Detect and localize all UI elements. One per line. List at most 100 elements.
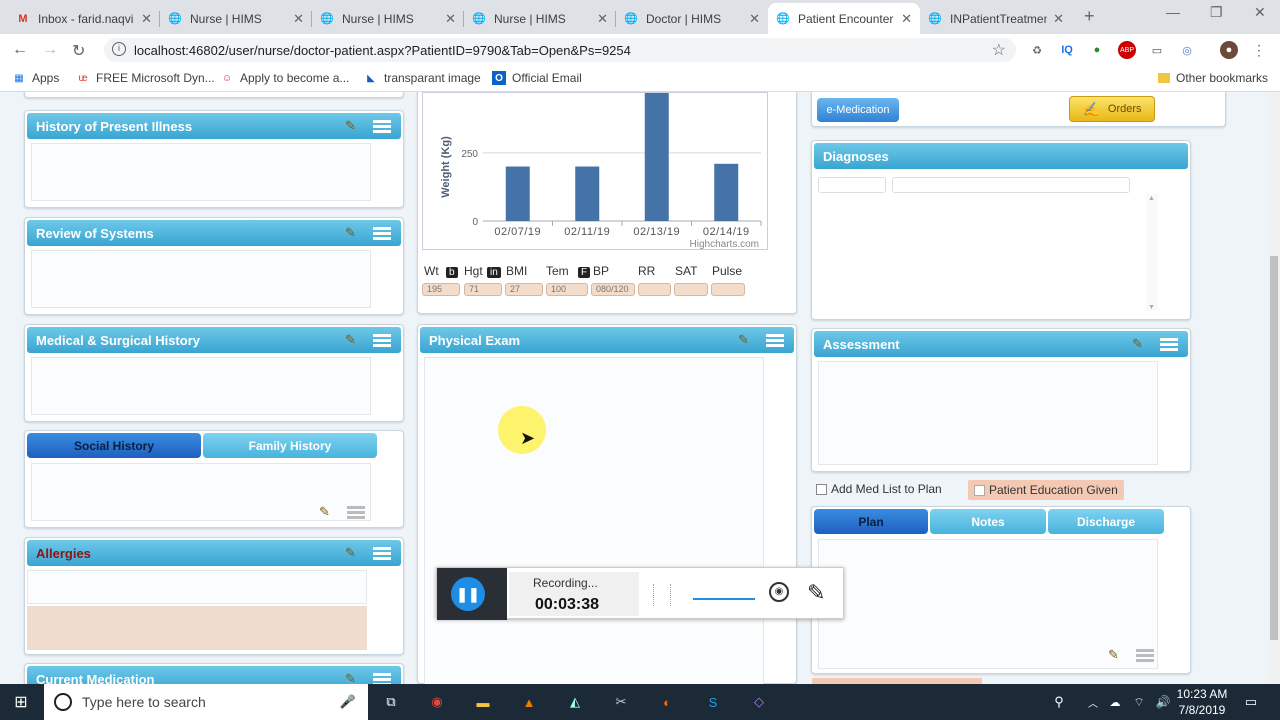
vital-input-bmi[interactable]: 27 (505, 283, 543, 296)
taskbar-search-box[interactable]: Type here to search 🎤 (44, 684, 368, 720)
skype-icon[interactable]: S (702, 692, 724, 712)
browser-tab-nurse-3[interactable]: 🌐 Nurse | HIMS ✕ (464, 3, 616, 34)
pause-icon[interactable]: ❚❚ (451, 577, 485, 611)
close-icon[interactable]: ✕ (901, 11, 912, 27)
close-icon[interactable]: ✕ (1053, 11, 1064, 27)
cast-extension-icon[interactable]: ▭ (1148, 41, 1166, 59)
list-icon[interactable] (766, 334, 784, 348)
task-view-icon[interactable]: ⧉ (380, 692, 402, 712)
diagnosis-description-field[interactable] (892, 177, 1130, 193)
volume-slider[interactable] (693, 598, 755, 600)
app-icon-1[interactable]: ◭ (564, 692, 586, 712)
pencil-icon[interactable]: ✎ (1108, 647, 1122, 662)
list-icon[interactable] (347, 506, 365, 520)
bookmark-other[interactable]: Other bookmarks (1158, 71, 1268, 85)
recycle-extension-icon[interactable]: ♻ (1028, 41, 1046, 59)
new-tab-icon[interactable]: + (1084, 6, 1095, 27)
scroll-down-icon[interactable]: ▼ (1148, 304, 1155, 311)
pencil-icon[interactable]: ✎ (345, 671, 359, 684)
vital-input-sat[interactable] (674, 283, 708, 296)
back-icon[interactable]: ← (12, 41, 28, 59)
list-icon[interactable] (1136, 649, 1154, 663)
scrollbar-thumb[interactable] (1270, 256, 1278, 640)
msh-content[interactable] (31, 357, 371, 415)
list-icon[interactable] (373, 334, 391, 348)
patient-education-checkbox[interactable] (974, 484, 985, 496)
tab-discharge[interactable]: Discharge (1048, 509, 1164, 534)
vital-input-wt[interactable]: 195 (422, 283, 460, 296)
browser-tab-nurse-1[interactable]: 🌐 Nurse | HIMS ✕ (160, 3, 312, 34)
pencil-icon[interactable]: ✎ (345, 545, 359, 560)
list-icon[interactable] (373, 673, 391, 684)
o-extension-icon[interactable]: ◎ (1178, 41, 1196, 59)
hpi-content[interactable] (31, 143, 371, 201)
pencil-icon[interactable]: ✎ (345, 118, 359, 133)
forward-icon[interactable]: → (42, 41, 58, 59)
pencil-icon[interactable]: ✎ (345, 225, 359, 240)
restore-icon[interactable]: ❐ (1210, 4, 1223, 21)
add-med-list-checkbox[interactable] (816, 483, 827, 495)
physical-exam-content[interactable] (424, 357, 764, 684)
taskbar-clock[interactable]: 10:23 AM 7/8/2019 (1174, 686, 1230, 718)
minimize-icon[interactable]: — (1166, 4, 1180, 20)
bookmark-apply[interactable]: ☺ Apply to become a... (220, 71, 350, 85)
ros-content[interactable] (31, 250, 371, 308)
close-window-icon[interactable]: ✕ (1254, 4, 1266, 21)
tab-notes[interactable]: Notes (930, 509, 1046, 534)
tray-cloud-icon[interactable]: ☁ (1104, 692, 1126, 712)
pencil-icon[interactable]: ✎ (738, 332, 752, 347)
tab-social-history[interactable]: Social History (27, 433, 201, 458)
vital-input-bp[interactable]: 080/120 (591, 283, 635, 296)
bookmark-apps[interactable]: ▦ Apps (12, 71, 59, 85)
bookmark-dynamics[interactable]: ᵫ FREE Microsoft Dyn... (76, 71, 214, 85)
globe-extension-icon[interactable]: ● (1088, 41, 1106, 59)
close-icon[interactable]: ✕ (293, 11, 304, 27)
app-icon-2[interactable]: ✂ (610, 692, 632, 712)
plan-content[interactable] (818, 539, 1158, 669)
windows-start-icon[interactable]: ⊞ (10, 692, 32, 712)
vital-input-pulse[interactable] (711, 283, 745, 296)
pen-icon[interactable]: ✎ (807, 580, 825, 606)
notification-icon[interactable]: ▭ (1240, 692, 1262, 712)
pencil-icon[interactable]: ✎ (1132, 336, 1146, 351)
list-icon[interactable] (1160, 338, 1178, 352)
assessment-content[interactable] (818, 361, 1158, 465)
close-icon[interactable]: ✕ (445, 11, 456, 27)
adblock-icon[interactable]: ABP (1118, 41, 1136, 59)
avatar[interactable]: ● (1220, 41, 1238, 59)
close-icon[interactable]: ✕ (749, 11, 760, 27)
vlc-icon[interactable]: ▲ (518, 692, 540, 712)
people-icon[interactable]: ⚲ (1048, 692, 1070, 712)
info-icon[interactable]: i (112, 42, 126, 56)
vital-input-tem[interactable]: 100 (546, 283, 588, 296)
bookmark-star-icon[interactable]: ☆ (992, 40, 1006, 60)
page-scrollbar[interactable] (1268, 92, 1280, 684)
browser-tab-inpatient[interactable]: 🌐 INPatientTreatmen ✕ (920, 3, 1072, 34)
visual-studio-icon[interactable]: ◇ (748, 692, 770, 712)
app-icon-3[interactable]: ◐ (656, 692, 678, 712)
browser-tab-patient-encounter[interactable]: 🌐 Patient Encounter ✕ (768, 3, 920, 34)
vital-input-hgt[interactable]: 71 (464, 283, 502, 296)
menu-icon[interactable]: ⋮ (1250, 41, 1268, 59)
microphone-icon[interactable]: 🎤 (340, 694, 356, 710)
list-icon[interactable] (373, 547, 391, 561)
e-medication-button[interactable]: e-Medication (817, 98, 899, 122)
chrome-taskbar-icon[interactable]: ◉ (426, 692, 448, 712)
webcam-icon[interactable]: ◉ (769, 582, 789, 602)
volume-icon[interactable]: 🔊 (1152, 692, 1174, 712)
scroll-up-icon[interactable]: ▲ (1148, 195, 1155, 202)
diagnosis-code-field[interactable] (818, 177, 886, 193)
wifi-icon[interactable]: ⌔ (1128, 692, 1150, 712)
orders-button[interactable]: ✍ Orders (1069, 96, 1155, 122)
vital-input-rr[interactable] (638, 283, 671, 296)
pencil-icon[interactable]: ✎ (345, 332, 359, 347)
list-icon[interactable] (373, 227, 391, 241)
bookmark-official-email[interactable]: O Official Email (492, 71, 582, 85)
reload-icon[interactable]: ↻ (72, 41, 85, 61)
tray-chevron-icon[interactable]: ︿ (1082, 692, 1104, 712)
allergies-content[interactable] (27, 570, 367, 604)
browser-tab-doctor[interactable]: 🌐 Doctor | HIMS ✕ (616, 3, 768, 34)
browser-tab-nurse-2[interactable]: 🌐 Nurse | HIMS ✕ (312, 3, 464, 34)
close-icon[interactable]: ✕ (597, 11, 608, 27)
diagnoses-scrollbar[interactable]: ▲ ▼ (1146, 193, 1158, 311)
